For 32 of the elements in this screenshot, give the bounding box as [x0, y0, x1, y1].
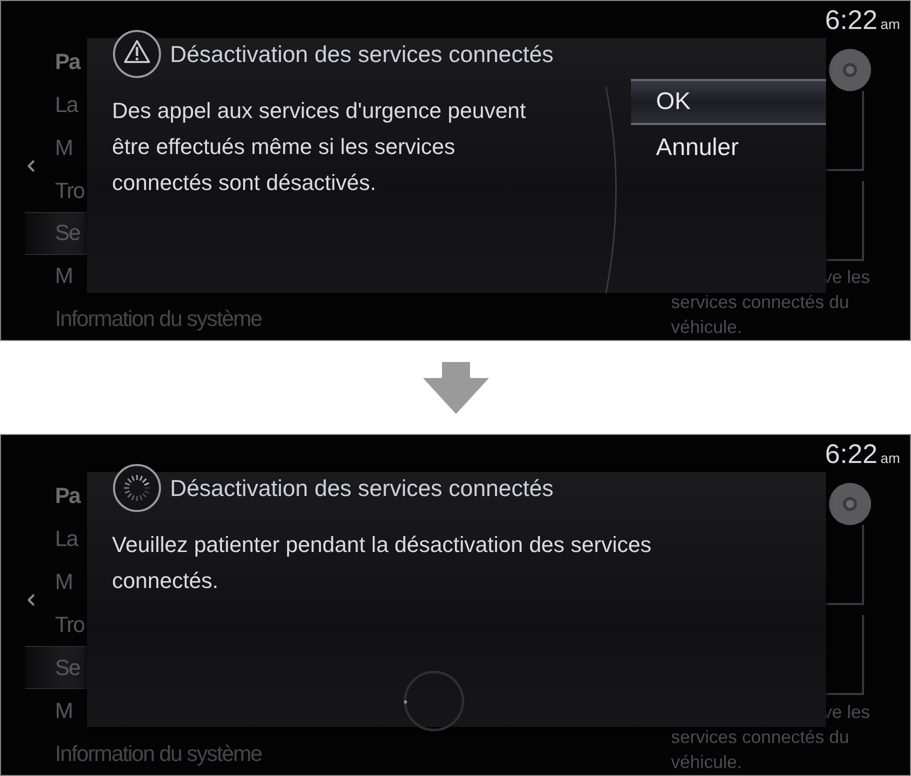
menu-item[interactable]: M	[55, 134, 72, 161]
description-text: services connectés du	[671, 291, 850, 314]
clock-time: 6:22	[824, 5, 878, 36]
clock-suffix: am	[880, 450, 900, 466]
dialog-message: Veuillez patienter pendant la désactivation des services connectés.	[112, 531, 652, 595]
warning-icon	[112, 29, 162, 79]
menu-item[interactable]: Se	[55, 220, 80, 246]
menu-item[interactable]: M	[55, 262, 72, 289]
description-text: véhicule.	[671, 316, 742, 339]
clock-time: 6:22	[824, 439, 878, 470]
menu-heading: Pa	[55, 483, 80, 510]
menu-item[interactable]: Information du système	[55, 740, 262, 767]
menu-item[interactable]: Se	[55, 654, 80, 681]
loading-spinner-icon	[112, 463, 162, 513]
menu-item[interactable]: M	[55, 698, 72, 724]
dialog-message: Des appel aux services d'urgence peuvent être effectués même si les services connectés sont désactivés.	[112, 97, 527, 197]
dialog-option[interactable]: Annuler	[631, 125, 826, 171]
down-arrow-icon	[422, 362, 488, 414]
description-text: véhicule.	[671, 751, 742, 774]
progress-ring-icon	[402, 669, 466, 733]
description-text: services connectés du	[671, 726, 850, 749]
dialog-title: Désactivation des services connectés	[170, 474, 554, 502]
dialog-option[interactable]: OK	[631, 79, 826, 125]
menu-item[interactable]: M	[55, 569, 72, 596]
clock-suffix: am	[880, 16, 900, 32]
menu-item[interactable]: Information du système	[55, 306, 262, 332]
menu-item[interactable]: La	[55, 526, 78, 552]
menu-heading: Pa	[55, 49, 80, 76]
dialog-title: Désactivation des services connectés	[170, 40, 554, 68]
menu-item[interactable]: Tro	[55, 178, 84, 204]
menu-item[interactable]: Tro	[55, 612, 84, 638]
menu-item[interactable]: La	[55, 92, 78, 118]
